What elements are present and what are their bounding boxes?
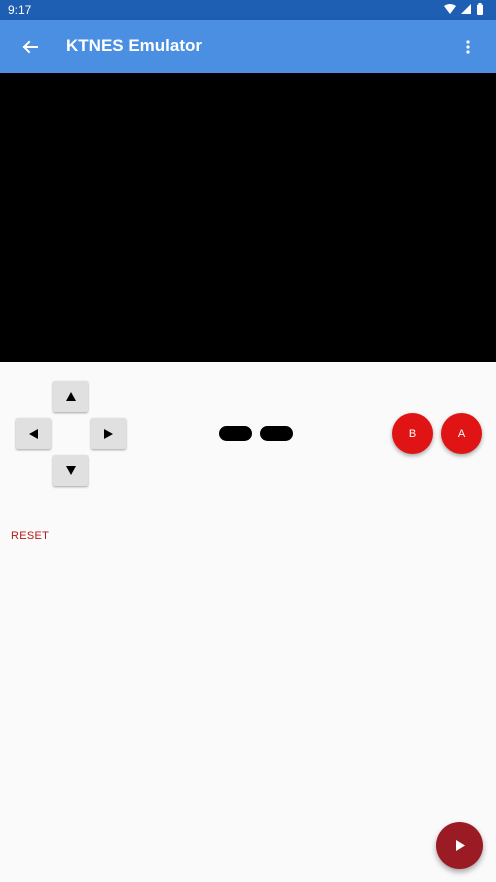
b-button[interactable]: B [392, 413, 433, 454]
triangle-up-icon [65, 392, 76, 401]
status-time: 9:17 [8, 3, 32, 17]
a-button[interactable]: A [441, 413, 482, 454]
a-button-label: A [457, 427, 466, 440]
start-button[interactable] [260, 426, 293, 441]
reset-button[interactable]: RESET [11, 530, 49, 542]
b-button-label: B [408, 427, 417, 440]
triangle-left-icon [29, 428, 38, 439]
emulator-screen [0, 73, 496, 362]
dpad-left-button[interactable] [16, 418, 51, 449]
dpad-down-button[interactable] [53, 455, 88, 486]
battery-icon [476, 3, 488, 15]
back-button[interactable] [16, 34, 44, 60]
play-fab-button[interactable] [436, 822, 483, 869]
status-icons [444, 3, 488, 15]
triangle-right-icon [104, 428, 113, 439]
status-bar: 9:17 [0, 0, 496, 20]
more-options-button[interactable] [456, 34, 480, 60]
arrow-back-icon [22, 40, 38, 54]
select-button[interactable] [219, 426, 252, 441]
dpad-up-button[interactable] [53, 381, 88, 412]
triangle-down-icon [65, 466, 76, 475]
app-bar: KTNES Emulator [0, 20, 496, 73]
more-vert-icon [466, 40, 470, 54]
play-icon [455, 840, 465, 851]
dpad-right-button[interactable] [91, 418, 126, 449]
wifi-icon [444, 3, 456, 15]
app-title: KTNES Emulator [66, 36, 203, 55]
signal-icon [460, 3, 472, 15]
